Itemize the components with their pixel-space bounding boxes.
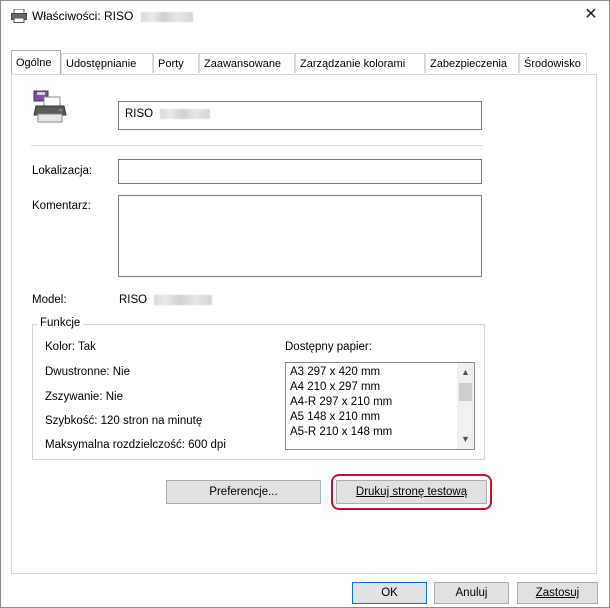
preferences-button[interactable]: Preferencje... [166,480,321,504]
paper-label: Dostępny papier: [285,341,372,353]
feature-resolution: Maksymalna rozdzielczość: 600 dpi [45,439,226,451]
apply-button-label: Zastosuj [535,587,580,599]
comment-label-text: Komentarz: [32,200,91,212]
tab-environment[interactable]: Środowisko [519,53,587,73]
tab-label: Zabezpieczenia [430,58,508,70]
printer-name-field[interactable]: RISO [118,101,482,130]
title-bar: Właściwości: RISO ✕ [1,1,609,31]
features-title-text: Funkcje [40,317,81,329]
close-button[interactable]: ✕ [581,5,601,25]
location-input[interactable] [118,159,482,184]
tab-advanced[interactable]: Zaawansowane [199,53,295,73]
paper-listbox[interactable]: A3 297 x 420 mm A4 210 x 297 mm A4-R 297… [285,362,475,450]
list-item[interactable]: A5 148 x 210 mm [290,411,380,423]
model-value: RISO [119,294,148,306]
ok-button-label: OK [381,587,398,599]
ok-button[interactable]: OK [352,582,427,604]
close-icon: ✕ [584,6,598,23]
chevron-down-icon[interactable]: ▼ [460,434,471,445]
cancel-button[interactable]: Anuluj [434,582,509,604]
feature-duplex: Dwustronne: Nie [45,366,131,378]
list-item[interactable]: A4 210 x 297 mm [290,381,380,393]
printer-name-value: RISO [125,108,154,120]
tab-general[interactable]: Ogólne [11,50,61,74]
highlight-annotation [331,474,492,510]
tab-label: Zaawansowane [204,58,282,70]
tab-label: Porty [158,58,184,70]
printer-large-icon [33,90,67,123]
redacted-model [154,294,213,305]
list-item[interactable]: A5-R 210 x 148 mm [290,426,392,438]
scrollbar-thumb[interactable] [459,383,472,401]
comment-label: Komentarz: [32,200,91,212]
chevron-up-icon[interactable]: ▲ [460,367,471,378]
cancel-button-label: Anuluj [455,587,488,599]
comment-textarea[interactable] [118,195,482,277]
window-title-text: Właściwości: RISO [32,9,134,23]
printer-name-value-wrap: RISO [125,108,211,120]
feature-staple: Zszywanie: Nie [45,391,123,403]
tab-label: Udostępnianie [66,58,137,70]
tab-label: Ogólne [16,57,52,69]
list-item[interactable]: A3 297 x 420 mm [290,366,380,378]
tab-label: Zarządzanie kolorami [300,58,406,70]
paper-scrollbar[interactable]: ▲ ▼ [457,363,474,449]
feature-speed: Szybkość: 120 stron na minutę [45,415,203,427]
list-item[interactable]: A4-R 297 x 210 mm [290,396,392,408]
tab-label: Środowisko [524,58,581,70]
model-label-text: Model: [32,294,67,306]
apply-button[interactable]: Zastosuj [517,582,598,604]
location-label-text: Lokalizacja: [32,165,93,177]
separator [31,145,483,146]
tab-sharing[interactable]: Udostępnianie [61,53,153,73]
model-value-wrap: RISO [119,294,213,306]
redacted-printer-name [160,108,211,119]
features-group-title: Funkcje [37,317,84,329]
redacted-model-name [140,11,193,22]
preferences-button-label: Preferencje... [209,486,278,498]
tab-color-management[interactable]: Zarządzanie kolorami [295,53,425,73]
window-title: Właściwości: RISO [32,9,193,23]
tab-ports[interactable]: Porty [153,53,199,73]
model-label: Model: [32,294,67,306]
feature-color: Kolor: Tak [45,341,96,353]
printer-properties-window: Właściwości: RISO ✕ Ogólne Udostępnianie… [0,0,610,608]
printer-icon [11,9,27,23]
tab-security[interactable]: Zabezpieczenia [425,53,519,73]
location-label: Lokalizacja: [32,165,92,177]
